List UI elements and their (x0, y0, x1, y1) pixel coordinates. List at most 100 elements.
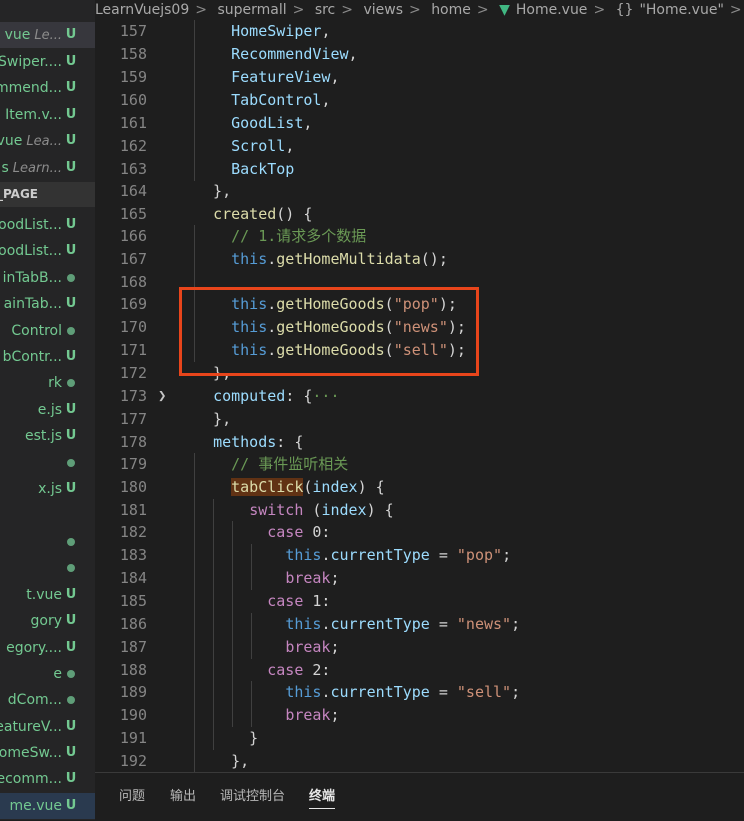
file-name: Swiper.... (0, 54, 62, 70)
code-token: this (231, 250, 268, 268)
code-editor[interactable]: 157 HomeSwiper, 158 RecommendView, 159 Fea… (95, 20, 744, 772)
code-line: 158 RecommendView, (95, 43, 744, 66)
file-name: e (53, 666, 62, 682)
code-token: this (285, 615, 322, 633)
chevron-right-icon[interactable]: ❯ (158, 385, 166, 408)
line-number: 187 (119, 638, 147, 656)
code-token: ; (502, 546, 512, 564)
line-number: 163 (119, 160, 147, 178)
code-token: 2: (312, 661, 331, 679)
code-text: }, (195, 180, 231, 203)
sidebar-file-item[interactable]: est.js U (0, 423, 95, 449)
breadcrumb-item-project[interactable]: supermall (217, 2, 286, 18)
line-number: 182 (119, 523, 147, 541)
sidebar-file-item[interactable]: vue Le... U (0, 22, 95, 48)
sidebar-file-item[interactable]: x.js U (0, 476, 95, 502)
file-name: Item.v... (5, 107, 62, 123)
line-number: 179 (119, 455, 147, 473)
breadcrumb-item-symbol[interactable]: "Home.vue" (639, 2, 723, 18)
sidebar-file-item[interactable] (0, 502, 95, 528)
code-text: this.currentType = "sell"; (195, 681, 520, 704)
code-text: break; (195, 567, 339, 590)
sidebar-file-item[interactable]: e.js U (0, 397, 95, 423)
sidebar-file-item[interactable]: bContr... U (0, 344, 95, 370)
code-token: switch (249, 501, 304, 519)
sidebar-file-item[interactable]: mmend... U (0, 75, 95, 101)
code-text: }, (195, 750, 249, 772)
breadcrumb-item-views[interactable]: views (363, 2, 403, 18)
sidebar-file-item[interactable]: oodList... U (0, 238, 95, 264)
sidebar-file-item[interactable]: t.vue U (0, 582, 95, 608)
code-text: // 事件监听相关 (195, 453, 348, 476)
sidebar-file-item[interactable]: ecomm... U (0, 766, 95, 792)
code-line: 185 case 1: (95, 590, 744, 613)
file-name: me.vue (9, 798, 62, 814)
code-token: = (429, 683, 457, 701)
file-name: eatureV... (0, 719, 62, 735)
sidebar-file-item[interactable]: vue Lea... U (0, 128, 95, 154)
line-number: 170 (119, 318, 147, 336)
code-token: computed (213, 387, 286, 405)
code-token: break (285, 569, 331, 587)
file-folder-hint: Learn... (12, 161, 62, 176)
sidebar-file-item[interactable]: Item.v... U (0, 102, 95, 128)
untracked-status-badge: U (65, 133, 77, 148)
code-line: 166 // 1.请求多个数据 (95, 225, 744, 248)
code-text: case 2: (195, 659, 330, 682)
file-name: t.vue (26, 587, 62, 603)
code-token: currentType (330, 615, 430, 633)
line-number: 186 (119, 615, 147, 633)
explorer-section-header[interactable]: _PAGE (0, 182, 95, 207)
code-text: case 1: (195, 590, 330, 613)
line-number: 183 (119, 546, 147, 564)
panel-tab[interactable]: 终端 (309, 786, 336, 809)
sidebar-file-item[interactable]: Control (0, 318, 95, 344)
code-line: 182 case 0: (95, 521, 744, 544)
panel-tab[interactable]: 问题 (119, 786, 145, 808)
panel-tab[interactable]: 调试控制台 (220, 786, 285, 808)
file-name: mmend... (0, 80, 62, 96)
code-token: 0: (312, 523, 331, 541)
sidebar-file-item[interactable]: oodList... U (0, 212, 95, 238)
modified-dot-icon (67, 274, 75, 282)
sidebar-file-item[interactable] (0, 450, 95, 476)
sidebar-file-item[interactable]: eatureV... U (0, 714, 95, 740)
untracked-status-badge: U (65, 428, 77, 443)
untracked-status-badge: U (65, 402, 77, 417)
breadcrumb-item-src[interactable]: src (315, 2, 335, 18)
line-number: 178 (119, 433, 147, 451)
breadcrumb-item-home[interactable]: home (431, 2, 471, 18)
sidebar-file-item[interactable]: inTabB... (0, 265, 95, 291)
sidebar-file-item[interactable]: Swiper.... U (0, 49, 95, 75)
sidebar-file-item[interactable]: s Learn... U (0, 155, 95, 181)
sidebar-file-item[interactable]: egory.... U (0, 635, 95, 661)
code-token: , (330, 68, 340, 86)
code-line: 179 // 事件监听相关 (95, 453, 744, 476)
sidebar-file-item[interactable]: gory U (0, 608, 95, 634)
code-token: "pop" (456, 546, 503, 564)
sidebar-file-item[interactable] (0, 555, 95, 581)
breadcrumb-separator: > (729, 2, 742, 18)
breadcrumb-separator: > (476, 2, 489, 18)
breadcrumb-item-file[interactable]: Home.vue (516, 2, 588, 18)
line-number: 159 (119, 68, 147, 86)
sidebar-file-item[interactable] (0, 529, 95, 555)
panel-tab[interactable]: 输出 (170, 786, 196, 808)
sidebar-file-item[interactable]: rk (0, 370, 95, 396)
code-line: 191 } (95, 727, 744, 750)
sidebar-file-item[interactable]: dCom... (0, 687, 95, 713)
sidebar-file-item[interactable]: e (0, 661, 95, 687)
code-token: . (267, 250, 277, 268)
sidebar-file-item[interactable]: ainTab... U (0, 291, 95, 317)
breadcrumb-separator: > (292, 2, 305, 18)
sidebar-file-item[interactable]: me.vue U (0, 793, 95, 819)
annotation-highlight-box (179, 287, 479, 376)
sidebar-file-item[interactable]: omeSw... U (0, 740, 95, 766)
breadcrumb-item-workspace[interactable]: LearnVuejs09 (95, 2, 189, 18)
code-token: break (285, 638, 331, 656)
